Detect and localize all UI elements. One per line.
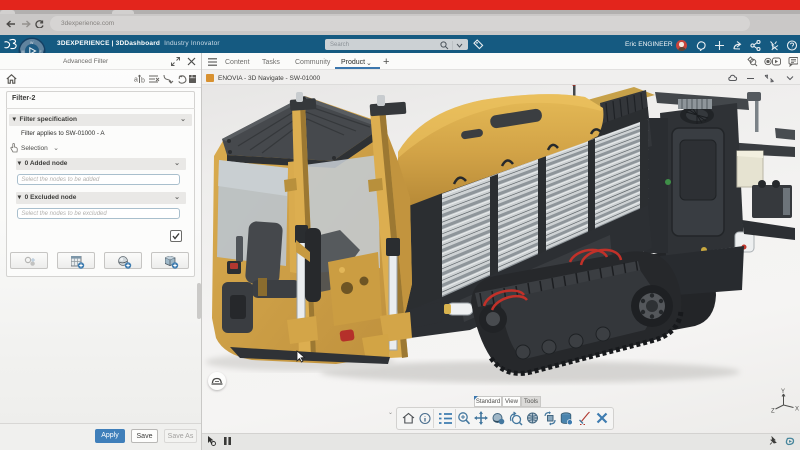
svg-text:a: a	[134, 77, 138, 84]
svg-text:b: b	[141, 78, 145, 85]
svg-text:W: W	[30, 41, 34, 45]
svg-text:X: X	[795, 407, 799, 413]
svg-text:Z: Z	[771, 409, 775, 415]
svg-text:Y: Y	[781, 389, 785, 395]
